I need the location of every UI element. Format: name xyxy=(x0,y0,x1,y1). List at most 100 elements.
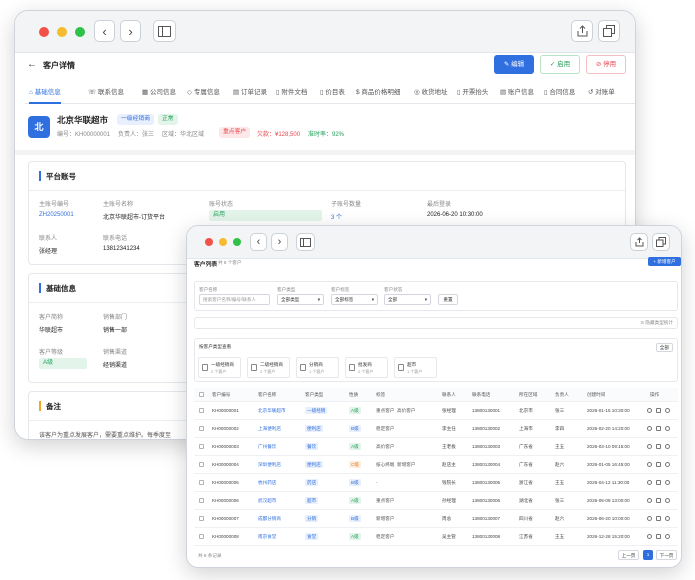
edit-icon[interactable] xyxy=(656,480,661,485)
table-row[interactable]: KH00000008 南京食堂 食堂 A级 稳定客户 吴主管 13800130008 江苏省 王… xyxy=(194,528,678,546)
enable-button[interactable]: ✓ 启用 xyxy=(540,55,580,74)
row-checkbox[interactable] xyxy=(199,534,204,539)
edit-icon[interactable] xyxy=(656,444,661,449)
type-select[interactable]: 全部类型 ▾ xyxy=(277,294,324,305)
back-nav-button[interactable]: ‹ xyxy=(250,233,267,251)
view-icon[interactable] xyxy=(647,444,652,449)
forward-nav-button[interactable]: › xyxy=(271,233,288,251)
table-row[interactable]: KH00000004 深圳便利店 便利店 C级 核心终端 新增客户 赵店主 138001300… xyxy=(194,456,678,474)
edit-icon[interactable] xyxy=(656,534,661,539)
tab-account-info[interactable]: ▤ 账户信息 xyxy=(500,82,534,104)
stats-all-button[interactable]: 全部 xyxy=(655,343,673,352)
tab-price-details[interactable]: $ 商品价格明细 xyxy=(356,82,400,104)
search-input[interactable]: 搜索客户名称/编号/联系人 xyxy=(199,294,270,305)
delete-icon[interactable] xyxy=(665,444,670,449)
stat-card[interactable]: 超市 1 个客户 xyxy=(394,357,437,378)
row-checkbox[interactable] xyxy=(199,462,204,467)
tab-attachments[interactable]: ▯ 附件文档 xyxy=(276,82,307,104)
table-row[interactable]: KH00000007 成都分销商 分销 B级 新增客户 周总 13800130007 四川省 赵… xyxy=(194,510,678,528)
row-checkbox[interactable] xyxy=(199,498,204,503)
table-row[interactable]: KH00000003 广州餐饮 餐饮 A级 高价客户 王老板 13800130003 广东省 王… xyxy=(194,438,678,456)
delete-icon[interactable] xyxy=(665,480,670,485)
cell-name[interactable]: 成都分销商 xyxy=(258,516,281,522)
table-row[interactable]: KH00000002 上海便利店 便利店 B级 稳定客户 李主任 13800130002 上海… xyxy=(194,420,678,438)
view-icon[interactable] xyxy=(647,516,652,521)
table-row[interactable]: KH00000006 武汉超市 超市 A级 重点客户 孙经理 13800130006 湖北省 张… xyxy=(194,492,678,510)
minimize-dot[interactable] xyxy=(57,27,67,37)
delete-icon[interactable] xyxy=(665,462,670,467)
page-number-button[interactable]: 1 xyxy=(643,550,653,560)
stat-card[interactable]: 分销商 1 个客户 xyxy=(296,357,339,378)
minimize-dot[interactable] xyxy=(219,238,227,246)
cell-name[interactable]: 深圳便利店 xyxy=(258,462,281,468)
tab-invoice-title[interactable]: ▯ 开票抬头 xyxy=(457,82,488,104)
view-icon[interactable] xyxy=(647,480,652,485)
share-icon[interactable] xyxy=(630,233,648,251)
edit-icon[interactable] xyxy=(656,426,661,431)
sidebar-toggle-icon[interactable] xyxy=(153,20,176,42)
sidebar-toggle-icon[interactable] xyxy=(296,233,315,251)
close-dot[interactable] xyxy=(205,238,213,246)
row-checkbox[interactable] xyxy=(199,408,204,413)
delete-icon[interactable] xyxy=(665,516,670,521)
tab-basic-info[interactable]: ⌂ 基础信息 xyxy=(29,82,61,104)
cell-name[interactable]: 南京食堂 xyxy=(258,534,276,540)
view-icon[interactable] xyxy=(647,408,652,413)
select-all-checkbox[interactable] xyxy=(199,392,204,397)
view-icon[interactable] xyxy=(647,426,652,431)
tab-exclusive-info[interactable]: ◇ 专属信息 xyxy=(187,82,220,104)
edit-icon[interactable] xyxy=(656,462,661,467)
cell-name[interactable]: 杭州药店 xyxy=(258,480,276,486)
cell-name[interactable]: 北京华联超市 xyxy=(258,408,286,414)
tabs-overview-icon[interactable] xyxy=(598,20,620,42)
tab-shipping-address[interactable]: ◎ 收货地址 xyxy=(414,82,447,104)
row-checkbox[interactable] xyxy=(199,444,204,449)
row-checkbox[interactable] xyxy=(199,426,204,431)
next-page-button[interactable]: 下一页 xyxy=(656,550,677,560)
edit-icon[interactable] xyxy=(656,516,661,521)
tab-contact-info[interactable]: ☏ 联系信息 xyxy=(88,82,124,104)
reset-button[interactable]: 重置 xyxy=(438,294,458,305)
tab-contract-info[interactable]: ▯ 合同信息 xyxy=(544,82,575,104)
stat-card[interactable]: 一级经销商 2 个客户 xyxy=(198,357,241,378)
disable-button[interactable]: ⊘ 停用 xyxy=(586,55,626,74)
view-icon[interactable] xyxy=(647,534,652,539)
view-icon[interactable] xyxy=(647,498,652,503)
tabs-overview-icon[interactable] xyxy=(652,233,670,251)
status-select[interactable]: 全部 ▾ xyxy=(384,294,431,305)
delete-icon[interactable] xyxy=(665,534,670,539)
stat-card[interactable]: 二级经销商 2 个客户 xyxy=(247,357,290,378)
table-row[interactable]: KH00000005 杭州药店 药店 B级 - 钱院长 13800130005 浙江省 王五 20… xyxy=(194,474,678,492)
view-icon[interactable] xyxy=(647,462,652,467)
table-row[interactable]: KH00000001 北京华联超市 一级经销 A级 重点客户 高价客户 张经理 1380013… xyxy=(194,402,678,420)
delete-icon[interactable] xyxy=(665,498,670,503)
maximize-dot[interactable] xyxy=(233,238,241,246)
stat-card[interactable]: 批发商 2 个客户 xyxy=(345,357,388,378)
row-checkbox[interactable] xyxy=(199,516,204,521)
row-checkbox[interactable] xyxy=(199,480,204,485)
delete-icon[interactable] xyxy=(665,408,670,413)
maximize-dot[interactable] xyxy=(75,27,85,37)
hide-stats-toggle[interactable]: ⊙ 隐藏类型统计 xyxy=(640,320,673,326)
edit-icon[interactable] xyxy=(656,408,661,413)
main-account-id[interactable]: ZH20250001 xyxy=(39,212,74,218)
tab-order-records[interactable]: ▤ 订单记录 xyxy=(233,82,267,104)
sub-account-count[interactable]: 3 个 xyxy=(331,212,342,221)
tab-statement[interactable]: ↺ 对账单 xyxy=(588,82,615,104)
back-arrow-icon[interactable]: ← xyxy=(27,59,37,70)
share-icon[interactable] xyxy=(571,20,593,42)
edit-button[interactable]: ✎ 编辑 xyxy=(494,55,534,74)
forward-nav-button[interactable]: › xyxy=(120,20,141,42)
tab-price-list[interactable]: ▯ 价目表 xyxy=(320,82,345,104)
cell-name[interactable]: 上海便利店 xyxy=(258,426,281,432)
tag-select[interactable]: 全部标签 ▾ xyxy=(331,294,378,305)
cell-name[interactable]: 广州餐饮 xyxy=(258,444,276,450)
prev-page-button[interactable]: 上一页 xyxy=(618,550,639,560)
add-customer-button[interactable]: + 新增客户 xyxy=(648,257,681,266)
tab-company-info[interactable]: ▦ 公司信息 xyxy=(142,82,176,104)
back-nav-button[interactable]: ‹ xyxy=(94,20,115,42)
delete-icon[interactable] xyxy=(665,426,670,431)
close-dot[interactable] xyxy=(39,27,49,37)
cell-name[interactable]: 武汉超市 xyxy=(258,498,276,504)
edit-icon[interactable] xyxy=(656,498,661,503)
